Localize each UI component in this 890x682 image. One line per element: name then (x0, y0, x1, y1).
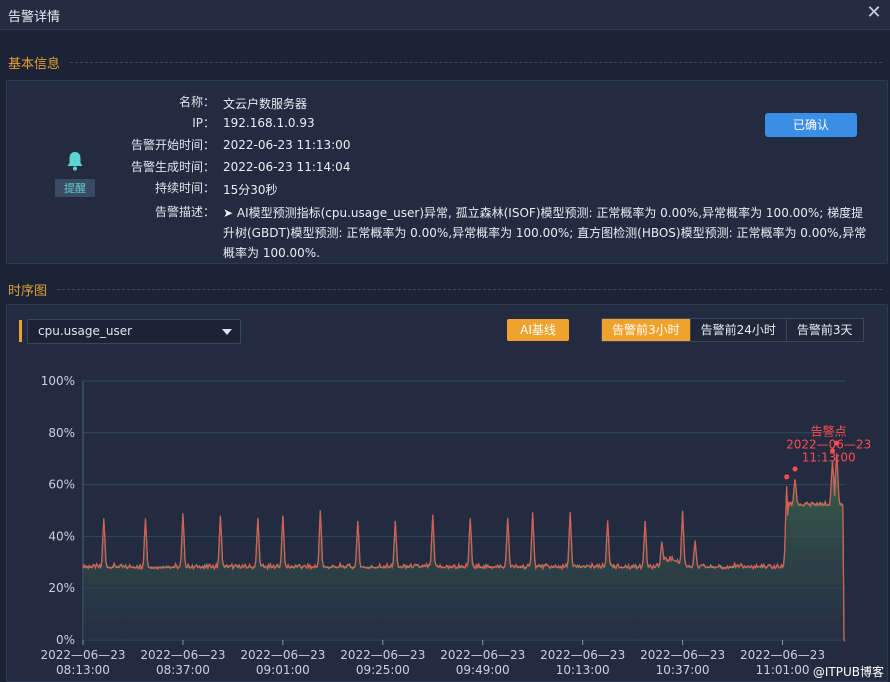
field-row: 告警开始时间： (107, 138, 215, 153)
alert-annotation-text: 11:13:00 (802, 450, 856, 464)
field-label: 告警描述： (154, 205, 215, 219)
field-label: 告警开始时间： (130, 138, 215, 152)
alert-description: ➤ AI模型预测指标(cpu.usage_user)异常, 孤立森林(ISOF)… (223, 206, 867, 260)
x-tick-label-date: 2022—06—23 (340, 648, 425, 662)
close-icon[interactable]: ✕ (864, 2, 884, 24)
basic-info-panel: 提醒 名称： 文云户数服务器 IP： 192.168.1.0.93 告警开始时间… (6, 80, 888, 264)
watermark: @ITPUB博客 (812, 665, 884, 679)
x-tick-label-time: 09:25:00 (356, 663, 410, 677)
section-divider (57, 289, 882, 290)
x-tick-label-time: 08:37:00 (156, 663, 210, 677)
x-tick-label-time: 09:49:00 (456, 663, 510, 677)
timeseries-panel: cpu.usage_user AI基线 告警前3小时 告警前24小时 告警前3天… (6, 304, 888, 682)
x-tick-label-time: 10:37:00 (656, 663, 710, 677)
y-tick-label: 100% (41, 374, 75, 388)
x-tick-label-date: 2022—06—23 (240, 648, 325, 662)
x-tick-label-date: 2022—06—23 (640, 648, 725, 662)
alert-point (792, 466, 798, 472)
series-area (83, 453, 845, 640)
alert-annotation-text: 告警点 (811, 423, 847, 438)
field-label: 告警生成时间： (130, 160, 215, 174)
x-axis: 2022—06—2308:13:002022—06—2308:37:002022… (40, 640, 825, 677)
x-tick-label-time: 11:01:00 (756, 663, 810, 677)
x-tick-label-time: 10:13:00 (556, 663, 610, 677)
field-label: 名称： (178, 95, 215, 109)
alert-level-badge: 提醒 (55, 179, 95, 197)
field-row: 告警生成时间： (107, 160, 215, 175)
field-value-name: 文云户数服务器 (223, 97, 308, 111)
basic-info-section-header: 基本信息 (8, 53, 882, 72)
y-tick-label: 60% (48, 478, 75, 492)
bell-icon (67, 152, 83, 171)
y-tick-label: 0% (56, 633, 75, 647)
alert-annotation: 告警点2022—06—2311:13:00 (786, 423, 871, 464)
field-value-ip: 192.168.1.0.93 (223, 116, 315, 130)
field-label: IP： (192, 116, 215, 130)
x-tick-label-date: 2022—06—23 (40, 648, 125, 662)
y-tick-label: 20% (48, 581, 75, 595)
chart-series (82, 453, 846, 642)
alert-point (784, 474, 790, 480)
confirmed-button[interactable]: 已确认 (765, 113, 857, 137)
alert-level-block: 提醒 (51, 151, 99, 197)
dialog-titlebar: 告警详情 ✕ (0, 0, 890, 30)
field-value-generated-time: 2022-06-23 11:14:04 (223, 160, 351, 174)
x-tick-label-date: 2022—06—23 (740, 648, 825, 662)
field-row: IP： (107, 116, 215, 131)
field-value-duration: 15分30秒 (223, 183, 278, 197)
timeseries-section-title: 时序图 (8, 284, 48, 299)
y-tick-label: 80% (48, 426, 75, 440)
alert-annotation-text: 2022—06—23 (786, 437, 871, 451)
y-tick-label: 40% (48, 529, 75, 543)
x-tick-label-date: 2022—06—23 (440, 648, 525, 662)
x-tick-label-date: 2022—06—23 (540, 648, 625, 662)
x-tick-label-time: 08:13:00 (56, 663, 110, 677)
basic-info-section-title: 基本信息 (8, 57, 61, 72)
cpu-usage-chart: 0%20%40%60%80%100% 2022—06—2308:13:00202… (40, 374, 871, 677)
timeseries-section-header: 时序图 (8, 280, 882, 299)
section-divider (70, 62, 882, 63)
field-label: 持续时间： (154, 181, 215, 195)
x-tick-label-date: 2022—06—23 (140, 648, 225, 662)
field-value-start-time: 2022-06-23 11:13:00 (223, 138, 351, 152)
x-tick-label-time: 09:01:00 (256, 663, 310, 677)
dialog-title: 告警详情 (8, 10, 61, 25)
field-row: 告警描述： (107, 205, 215, 220)
y-axis: 0% 20% 40% 60% 80% 100% (41, 374, 75, 647)
field-row: 持续时间： (107, 181, 215, 196)
field-row: 名称： (107, 95, 215, 110)
